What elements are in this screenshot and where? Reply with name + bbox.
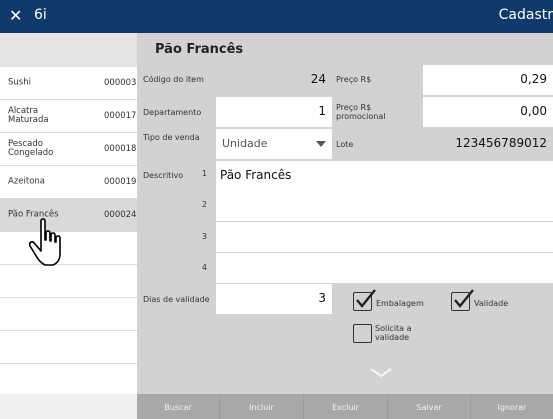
list-item-code: 000003 <box>104 78 137 88</box>
list-item-name: Pescado Congelado <box>8 139 54 158</box>
solicita-validade-checkbox[interactable] <box>353 324 372 343</box>
lote-value: 123456789012 <box>455 136 547 150</box>
checkmark-icon <box>454 289 474 308</box>
title-bar: ✕ 6i Cadastr <box>0 0 553 33</box>
page-title: Pão Francês <box>155 42 244 57</box>
departamento-field[interactable]: 1 <box>216 97 332 127</box>
lote-field[interactable]: 123456789012 <box>423 129 553 159</box>
solicita-validade-label: Solicita a validade <box>375 324 412 342</box>
list-item-code: 000018 <box>104 144 137 154</box>
list-item-name: Azeitona <box>8 176 45 187</box>
dropdown-arrow-icon <box>316 141 326 147</box>
preco-value: 0,29 <box>520 72 547 86</box>
close-icon[interactable]: ✕ <box>9 5 29 27</box>
list-item-empty[interactable] <box>0 298 137 331</box>
sidebar-footer <box>0 394 137 419</box>
codigo-value: 24 <box>310 72 326 86</box>
list-item-selected[interactable]: Pão Francês 000024 <box>0 199 137 232</box>
ignorar-button[interactable]: Ignorar <box>471 394 553 419</box>
chevron-down-icon[interactable] <box>369 367 393 379</box>
screen-title: Cadastr <box>498 7 553 23</box>
list-item-empty[interactable] <box>0 232 137 265</box>
dias-validade-value: 3 <box>318 291 326 305</box>
dias-validade-field[interactable]: 3 <box>216 284 332 314</box>
preco-promocional-label: Preço R$ promocional <box>336 103 386 121</box>
list-item-name: Alcatra Maturada <box>8 106 49 125</box>
validade-label: Validade <box>474 299 509 308</box>
descritivo-line-4[interactable] <box>216 253 553 283</box>
tipo-venda-select[interactable]: Unidade <box>216 129 332 159</box>
tipo-venda-label: Tipo de venda <box>143 133 200 142</box>
list-item-name: Sushi <box>8 77 31 88</box>
embalagem-label: Embalagem <box>376 299 424 308</box>
list-item[interactable]: Pescado Congelado 000018 <box>0 133 137 166</box>
action-toolbar: Buscar Incluir Excluir Salvar Ignorar <box>137 394 553 419</box>
embalagem-checkbox[interactable] <box>353 289 376 311</box>
descritivo-line-number: 4 <box>201 263 207 272</box>
list-item-empty[interactable] <box>0 364 137 397</box>
list-item[interactable]: Sushi 000003 <box>0 67 137 100</box>
validade-checkbox[interactable] <box>451 289 474 311</box>
preco-promocional-field[interactable]: 0,00 <box>423 97 553 127</box>
list-item-code: 000017 <box>104 111 137 121</box>
list-item[interactable]: Azeitona 000019 <box>0 166 137 199</box>
excluir-button[interactable]: Excluir <box>304 394 388 419</box>
buscar-button[interactable]: Buscar <box>137 394 220 419</box>
hand-pointer-icon <box>28 218 61 266</box>
item-list-sidebar: Sushi 000003 Alcatra Maturada 000017 Pes… <box>0 33 137 419</box>
preco-label: Preço R$ <box>336 75 372 84</box>
list-item-code: 000024 <box>104 210 137 220</box>
dias-validade-label: Dias de validade <box>143 295 210 304</box>
descritivo-line-value: Pão Francês <box>220 168 292 182</box>
tipo-venda-value: Unidade <box>222 137 268 150</box>
salvar-button[interactable]: Salvar <box>388 394 471 419</box>
list-item[interactable]: Alcatra Maturada 000017 <box>0 100 137 133</box>
list-item-code: 000019 <box>104 177 137 187</box>
window-title: 6i <box>34 7 47 23</box>
item-form-panel: Pão Francês Código do item 24 Preço R$ 0… <box>137 33 553 394</box>
codigo-field[interactable]: 24 <box>216 65 332 95</box>
codigo-label: Código do item <box>143 75 204 84</box>
list-item-empty[interactable] <box>0 265 137 298</box>
descritivo-line-3[interactable] <box>216 222 553 252</box>
checkmark-icon <box>356 289 376 308</box>
descritivo-line-2[interactable] <box>216 191 553 221</box>
descritivo-line-1[interactable]: Pão Francês <box>216 161 553 191</box>
lote-label: Lote <box>336 140 354 149</box>
preco-promocional-value: 0,00 <box>520 104 547 118</box>
list-item-empty[interactable] <box>0 331 137 364</box>
descritivo-line-number: 2 <box>201 200 207 209</box>
incluir-button[interactable]: Incluir <box>220 394 304 419</box>
descritivo-label: Descritivo <box>143 171 184 180</box>
descritivo-line-number: 1 <box>201 169 207 178</box>
sidebar-header <box>0 33 137 67</box>
descritivo-line-number: 3 <box>201 232 207 241</box>
departamento-label: Departamento <box>143 108 202 117</box>
departamento-value: 1 <box>318 104 326 118</box>
preco-field[interactable]: 0,29 <box>423 65 553 95</box>
